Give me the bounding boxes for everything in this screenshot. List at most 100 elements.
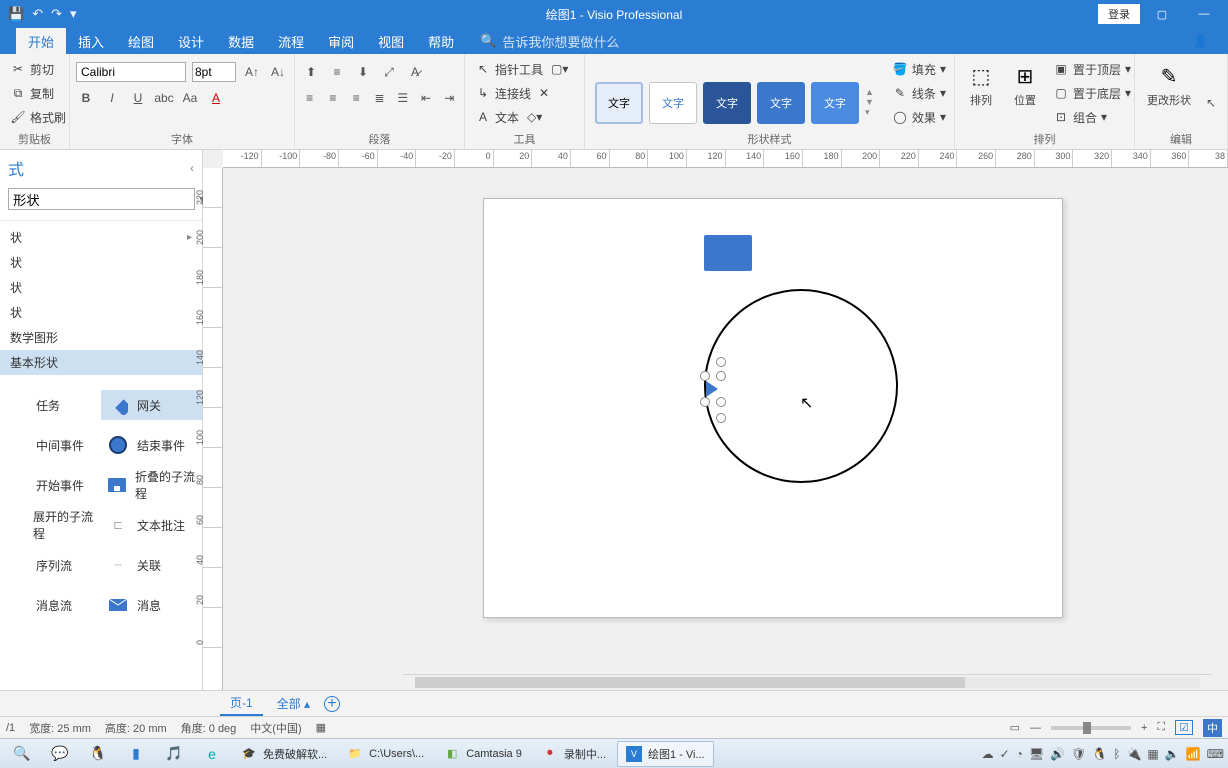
tray-icon[interactable]: ✓: [1000, 747, 1010, 761]
ime-indicator[interactable]: 中: [1203, 719, 1222, 737]
style-item-5[interactable]: 文字: [811, 82, 859, 124]
taskbar-item[interactable]: ⏺录制中...: [533, 741, 615, 767]
app-icon[interactable]: ▮: [118, 741, 154, 767]
tray-icon[interactable]: 🖥: [1029, 747, 1044, 761]
triangle-shape[interactable]: [706, 381, 718, 397]
align-bottom-icon[interactable]: ⬇: [353, 62, 373, 82]
shape-item-end[interactable]: 结束事件: [101, 430, 202, 460]
shape-item-start[interactable]: 开始事件: [0, 470, 101, 500]
minimize-icon[interactable]: —: [1184, 0, 1224, 28]
select-icon[interactable]: ↖: [1201, 93, 1221, 113]
category-item[interactable]: 状: [0, 225, 202, 250]
page-tab-1[interactable]: 页-1: [220, 691, 263, 716]
bullets-icon[interactable]: ☰: [394, 88, 411, 108]
selection-handle[interactable]: [700, 371, 710, 381]
clear-format-icon[interactable]: A̷: [405, 62, 425, 82]
cut-button[interactable]: ✂剪切: [6, 58, 70, 80]
font-size-input[interactable]: [192, 62, 236, 82]
shape-item-msgflow[interactable]: 消息流: [0, 590, 101, 620]
copy-button[interactable]: ⧉复制: [6, 82, 70, 104]
tab-help[interactable]: 帮助: [416, 28, 466, 54]
ribbon-options-icon[interactable]: ▢: [1142, 0, 1182, 28]
shape-item-message[interactable]: 消息: [101, 590, 202, 620]
shape-item-collapsed[interactable]: 折叠的子流程: [101, 464, 202, 506]
tray-icon[interactable]: ᛒ: [1113, 747, 1120, 761]
selection-handle[interactable]: [716, 371, 726, 381]
tray-icon[interactable]: 🔈: [1165, 747, 1180, 761]
shape-item-task[interactable]: 任务: [0, 390, 101, 420]
indent-inc-icon[interactable]: ⇥: [441, 88, 458, 108]
align-right-icon[interactable]: ≡: [348, 88, 365, 108]
undo-icon[interactable]: ↶: [32, 6, 43, 22]
tab-design[interactable]: 设计: [166, 28, 216, 54]
save-icon[interactable]: 💾: [8, 6, 24, 22]
macro-record-icon[interactable]: ▦: [316, 721, 326, 734]
shapes-collapse-icon[interactable]: ‹: [190, 161, 194, 175]
category-item[interactable]: 状: [0, 300, 202, 325]
circle-shape[interactable]: [704, 289, 898, 483]
redo-icon[interactable]: ↷: [51, 6, 62, 22]
add-page-button[interactable]: +: [324, 696, 340, 712]
format-painter-button[interactable]: 🖌格式刷: [6, 106, 70, 128]
taskbar-item-active[interactable]: V绘图1 - Vi...: [617, 741, 714, 767]
tray-icon[interactable]: 🔊: [1050, 747, 1065, 761]
tab-insert[interactable]: 插入: [66, 28, 116, 54]
italic-button[interactable]: I: [102, 88, 122, 108]
canvas-viewport[interactable]: ↖: [223, 168, 1212, 674]
category-item-selected[interactable]: 基本形状: [0, 350, 202, 375]
tray-icon[interactable]: 📶: [1186, 747, 1201, 761]
tray-icon[interactable]: 🔌: [1126, 747, 1141, 761]
presentation-mode-icon[interactable]: ▭: [1010, 721, 1020, 734]
tray-icon[interactable]: 🐧: [1092, 747, 1107, 761]
login-button[interactable]: 登录: [1098, 4, 1140, 24]
scrollbar-horizontal[interactable]: [403, 674, 1212, 690]
start-search-icon[interactable]: 🔍: [4, 741, 40, 767]
zoom-in-icon[interactable]: +: [1141, 722, 1147, 734]
line-button[interactable]: ✎线条 ▾: [888, 82, 950, 104]
zoom-slider[interactable]: [1051, 726, 1131, 730]
selection-handle[interactable]: [700, 397, 710, 407]
fit-page-icon[interactable]: ⛶: [1157, 721, 1165, 734]
font-color-button[interactable]: A: [206, 88, 226, 108]
tab-review[interactable]: 审阅: [316, 28, 366, 54]
justify-icon[interactable]: ≣: [371, 88, 388, 108]
text-tool-button[interactable]: A文本◇▾: [471, 106, 572, 128]
shape-item-gateway[interactable]: 网关: [101, 390, 202, 420]
gallery-more-icon[interactable]: ▾: [865, 107, 874, 118]
bold-button[interactable]: B: [76, 88, 96, 108]
shapes-search-input[interactable]: [8, 188, 195, 210]
shape-item-annotation[interactable]: ⊏文本批注: [101, 510, 202, 540]
shape-item-sequence[interactable]: 序列流: [0, 550, 101, 580]
effect-button[interactable]: ◯效果 ▾: [888, 106, 950, 128]
fill-button[interactable]: 🪣填充 ▾: [888, 58, 950, 80]
send-back-button[interactable]: ▢置于底层 ▾: [1049, 82, 1135, 104]
tab-data[interactable]: 数据: [216, 28, 266, 54]
align-left-icon[interactable]: ≡: [301, 88, 318, 108]
group-button[interactable]: ⊡组合 ▾: [1049, 106, 1135, 128]
drawing-page[interactable]: ↖: [483, 198, 1063, 618]
browser-icon[interactable]: e: [194, 741, 230, 767]
tab-draw[interactable]: 绘图: [116, 28, 166, 54]
selection-handle[interactable]: [716, 397, 726, 407]
gallery-up-icon[interactable]: ▲: [865, 87, 874, 97]
taskbar-item[interactable]: 🎓免费破解软...: [232, 741, 336, 767]
category-item[interactable]: 状: [0, 250, 202, 275]
wechat-icon[interactable]: 💬: [42, 741, 78, 767]
tab-process[interactable]: 流程: [266, 28, 316, 54]
taskbar-item[interactable]: ◧Camtasia 9: [435, 741, 531, 767]
style-item-1[interactable]: 文字: [595, 82, 643, 124]
style-item-2[interactable]: 文字: [649, 82, 697, 124]
music-icon[interactable]: 🎵: [156, 741, 192, 767]
tab-view[interactable]: 视图: [366, 28, 416, 54]
status-language[interactable]: 中文(中国): [250, 720, 301, 736]
case-button[interactable]: Aa: [180, 88, 200, 108]
orientation-icon[interactable]: ⤢: [379, 62, 399, 82]
tray-icon[interactable]: ◔: [1016, 747, 1023, 761]
gallery-down-icon[interactable]: ▼: [865, 97, 874, 107]
font-name-input[interactable]: [76, 62, 186, 82]
shape-item-intermediate[interactable]: 中间事件: [0, 430, 101, 460]
decrease-font-icon[interactable]: A↓: [268, 62, 288, 82]
tray-icon[interactable]: ⌨: [1207, 747, 1224, 761]
category-item[interactable]: 数学图形: [0, 325, 202, 350]
shape-item-expanded[interactable]: 展开的子流程: [0, 504, 101, 546]
